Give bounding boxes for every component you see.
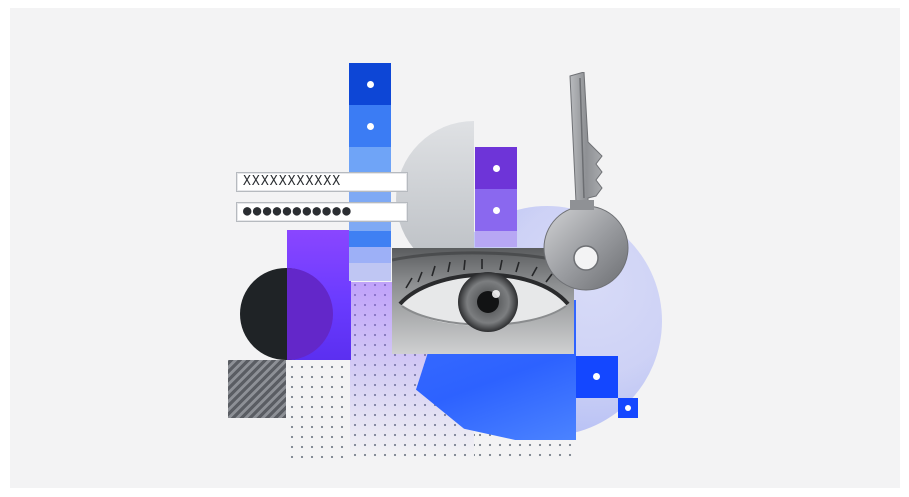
dot-marker xyxy=(367,123,374,130)
key-icon xyxy=(543,72,629,291)
dot-marker xyxy=(493,165,500,172)
purple-stack-segment xyxy=(475,189,517,231)
blue-stack-segment xyxy=(349,263,391,281)
illustration-canvas: XXXXXXXXXXX ●●●●●●●●●●● xyxy=(0,0,909,497)
purple-stack-segment xyxy=(475,231,517,247)
dot-grid-left xyxy=(287,362,351,458)
blue-square xyxy=(576,356,618,398)
username-field: XXXXXXXXXXX xyxy=(236,172,408,192)
small-blue-square xyxy=(618,398,638,418)
blue-stack-segment xyxy=(349,247,391,263)
blue-stack-segment xyxy=(349,105,391,147)
dot-marker xyxy=(493,207,500,214)
blue-stack-segment xyxy=(349,231,391,247)
dot-marker xyxy=(625,405,631,411)
hatched-square xyxy=(228,360,286,418)
password-field: ●●●●●●●●●●● xyxy=(236,202,408,222)
password-mask-text: ●●●●●●●●●●● xyxy=(243,203,353,219)
blue-stack-segment xyxy=(349,63,391,105)
dot-marker xyxy=(593,373,600,380)
username-mask-text: XXXXXXXXXXX xyxy=(243,174,342,189)
purple-stack-segment xyxy=(475,147,517,189)
dot-marker xyxy=(367,81,374,88)
